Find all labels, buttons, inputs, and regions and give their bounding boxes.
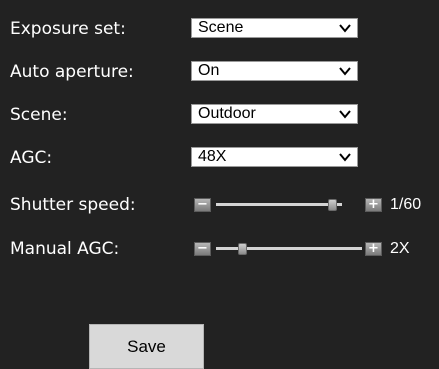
agc-label: AGC: — [10, 148, 53, 168]
exposure-set-row: Exposure set: Scene — [0, 14, 439, 44]
scene-label: Scene: — [10, 105, 68, 125]
exposure-set-label: Exposure set: — [10, 19, 126, 39]
manual-agc-row: Manual AGC: − + 2X — [0, 234, 439, 264]
chevron-down-icon — [339, 153, 351, 162]
exposure-set-value: Scene — [198, 19, 244, 36]
manual-agc-value: 2X — [390, 240, 410, 257]
chevron-down-icon — [339, 24, 351, 33]
plus-icon[interactable]: + — [365, 242, 382, 256]
auto-aperture-select[interactable]: On — [191, 61, 358, 81]
exposure-set-select[interactable]: Scene — [191, 18, 358, 38]
auto-aperture-label: Auto aperture: — [10, 62, 134, 82]
shutter-speed-slider[interactable]: − + — [194, 198, 382, 212]
scene-select[interactable]: Outdoor — [191, 104, 358, 124]
agc-value: 48X — [198, 148, 227, 165]
agc-select[interactable]: 48X — [191, 147, 358, 167]
slider-thumb[interactable] — [328, 199, 337, 211]
auto-aperture-row: Auto aperture: On — [0, 57, 439, 87]
minus-icon[interactable]: − — [194, 242, 211, 256]
plus-icon[interactable]: + — [365, 198, 382, 212]
agc-row: AGC: 48X — [0, 143, 439, 173]
auto-aperture-value: On — [198, 62, 220, 79]
manual-agc-slider[interactable]: − + — [194, 242, 382, 256]
shutter-speed-value: 1/60 — [390, 196, 422, 213]
save-button[interactable]: Save — [89, 324, 204, 369]
slider-track[interactable] — [216, 203, 342, 206]
slider-thumb[interactable] — [238, 243, 248, 255]
chevron-down-icon — [339, 67, 351, 76]
minus-icon[interactable]: − — [194, 198, 211, 212]
scene-value: Outdoor — [198, 105, 256, 122]
shutter-speed-row: Shutter speed: − + 1/60 — [0, 190, 439, 220]
chevron-down-icon — [339, 110, 351, 119]
scene-row: Scene: Outdoor — [0, 100, 439, 130]
manual-agc-label: Manual AGC: — [10, 239, 120, 259]
shutter-speed-label: Shutter speed: — [10, 195, 136, 215]
